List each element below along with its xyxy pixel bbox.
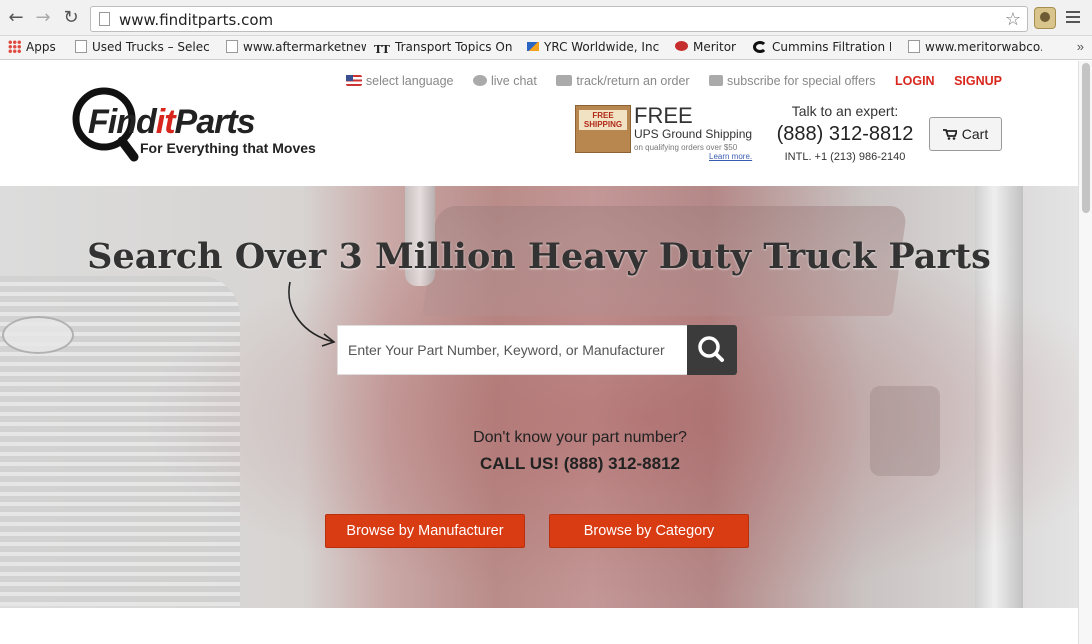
bookmark-star-icon[interactable]: ☆	[1005, 9, 1021, 30]
address-bar[interactable]: www.finditparts.com ☆	[90, 6, 1028, 32]
bookmark-label: www.aftermarketnew	[243, 40, 366, 54]
qualify-text: on qualifying orders over $50	[634, 143, 738, 152]
subscribe-link[interactable]: subscribe for special offers	[709, 74, 876, 88]
reload-icon[interactable]: ↻	[61, 8, 81, 28]
expert-phone[interactable]: (888) 312-8812	[770, 123, 920, 146]
bookmark-label: Transport Topics On	[395, 40, 512, 54]
scrollbar-thumb[interactable]	[1082, 63, 1090, 213]
cart-button[interactable]: Cart	[929, 117, 1002, 151]
top-links: select language live chat track/return a…	[330, 74, 1002, 88]
cummins-logo-icon	[753, 41, 767, 53]
link-label: select language	[365, 74, 454, 88]
ups-text: UPS Ground Shipping	[634, 127, 753, 141]
truck-icon	[556, 75, 573, 86]
bookmark-apps[interactable]: Apps	[8, 40, 68, 54]
shipping-box-icon: FREE SHIPPING	[575, 105, 631, 153]
browser-toolbar: ← → ↻ www.finditparts.com ☆	[0, 0, 1092, 36]
extension-icon[interactable]	[1034, 7, 1056, 29]
box-label: FREE SHIPPING	[579, 110, 627, 130]
yrc-logo-icon	[527, 42, 539, 51]
meritor-logo-icon	[675, 41, 688, 51]
bookmark-cummins[interactable]: Cummins Filtration F	[753, 40, 891, 54]
bookmarks-bar: Apps Used Trucks – Select www.aftermarke…	[0, 36, 1092, 60]
page-scrollbar[interactable]	[1078, 61, 1092, 644]
select-language-link[interactable]: select language	[345, 74, 454, 88]
finditparts-logo[interactable]: FinditParts For Everything that Moves	[70, 83, 330, 163]
help-question: Don't know your part number?	[473, 429, 687, 446]
page-icon	[99, 12, 110, 26]
page-icon	[908, 40, 920, 53]
logo-wordmark: FinditParts	[88, 103, 256, 142]
bookmark-label: Used Trucks – Select	[92, 40, 210, 54]
bookmark-used-trucks[interactable]: Used Trucks – Select	[75, 40, 210, 54]
link-label: live chat	[490, 74, 537, 88]
live-chat-link[interactable]: live chat	[472, 74, 537, 88]
bookmark-label: Apps	[26, 40, 56, 54]
expert-title: Talk to an expert:	[791, 103, 899, 119]
expert-intl-phone: INTL. +1 (213) 986-2140	[784, 151, 906, 163]
hero-headline: Search Over 3 Million Heavy Duty Truck P…	[87, 236, 991, 277]
help-text: Don't know your part number? CALL US! (8…	[0, 429, 1078, 474]
browse-by-manufacturer-button[interactable]: Browse by Manufacturer	[325, 514, 525, 548]
page-below-fold	[0, 608, 1078, 644]
search-button[interactable]	[687, 325, 737, 375]
page: select language live chat track/return a…	[0, 61, 1078, 644]
hero-banner: Search Over 3 Million Heavy Duty Truck P…	[0, 186, 1078, 608]
chat-bubble-icon	[472, 75, 487, 86]
help-call[interactable]: CALL US! (888) 312-8812	[0, 454, 1078, 474]
bookmark-label: Cummins Filtration F	[772, 40, 891, 54]
hand-drawn-arrow-icon	[288, 281, 336, 347]
free-shipping-promo[interactable]: FREE SHIPPING FREE UPS Ground Shipping o…	[575, 101, 755, 161]
site-header: select language live chat track/return a…	[0, 61, 1078, 186]
search-icon	[698, 336, 724, 362]
link-label: subscribe for special offers	[727, 74, 876, 88]
bookmark-aftermarketnews[interactable]: www.aftermarketnew	[226, 40, 366, 54]
browse-by-category-button[interactable]: Browse by Category	[549, 514, 749, 548]
logo-word-parts: Parts	[174, 103, 256, 141]
us-flag-icon	[345, 75, 362, 86]
bookmark-meritor[interactable]: Meritor	[675, 40, 745, 54]
bookmark-transport-topics[interactable]: TT Transport Topics On	[374, 40, 512, 56]
back-arrow-icon[interactable]: ←	[6, 8, 26, 28]
signup-link[interactable]: SIGNUP	[954, 74, 1002, 88]
page-icon	[75, 40, 87, 53]
apps-grid-icon	[8, 40, 21, 53]
cart-icon	[942, 129, 957, 140]
browser-menu-icon[interactable]	[1066, 11, 1080, 25]
logo-tagline: For Everything that Moves	[140, 140, 316, 156]
expert-contact: Talk to an expert: (888) 312-8812 INTL. …	[770, 103, 920, 163]
logo-word-it: it	[155, 103, 176, 141]
track-order-link[interactable]: track/return an order	[556, 74, 690, 88]
link-label: track/return an order	[576, 74, 690, 88]
learn-more-link[interactable]: Learn more.	[709, 152, 752, 161]
bookmark-label: www.meritorwabco.c	[925, 40, 1042, 54]
forward-arrow-icon[interactable]: →	[33, 8, 53, 28]
logo-word-find: Find	[88, 103, 157, 141]
bookmark-meritorwabco[interactable]: www.meritorwabco.c	[908, 40, 1042, 54]
bookmark-yrc[interactable]: YRC Worldwide, Inc.	[527, 40, 659, 54]
bookmarks-overflow-icon[interactable]: »	[1077, 39, 1084, 54]
tt-logo-icon: TT	[374, 43, 390, 56]
page-icon	[226, 40, 238, 53]
cart-label: Cart	[961, 126, 989, 142]
free-text: FREE	[634, 103, 693, 128]
bookmark-label: Meritor	[693, 40, 736, 54]
login-link[interactable]: LOGIN	[895, 74, 935, 88]
url-text[interactable]: www.finditparts.com	[119, 11, 273, 29]
part-search-input[interactable]	[337, 325, 687, 375]
envelope-icon	[709, 75, 724, 86]
bookmark-label: YRC Worldwide, Inc.	[544, 40, 659, 54]
